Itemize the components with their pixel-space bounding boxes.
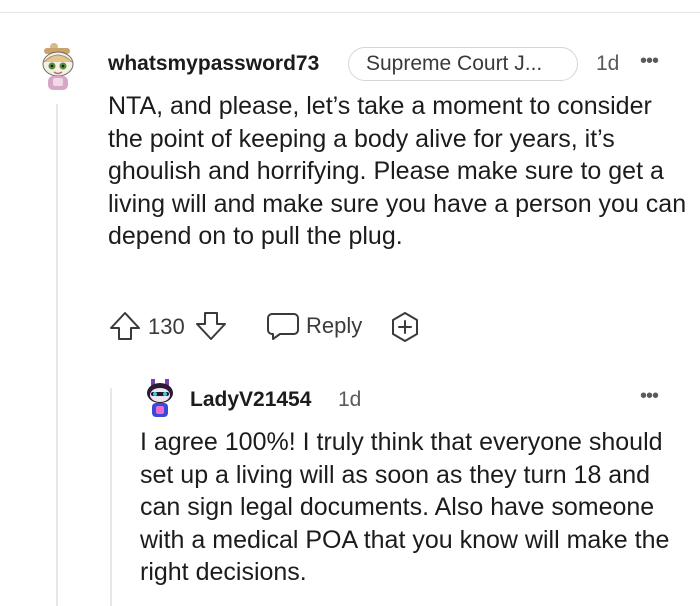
reply-label: Reply xyxy=(306,313,363,338)
more-options-icon[interactable]: ••• xyxy=(640,385,659,408)
comment-author[interactable]: whatsmypassword73 xyxy=(108,52,319,76)
thread-line[interactable] xyxy=(56,104,58,606)
top-divider xyxy=(0,12,700,13)
speech-bubble-icon xyxy=(267,313,299,340)
snoo-avatar-icon[interactable] xyxy=(34,40,82,94)
reply-body: I agree 100%! I truly think that everyon… xyxy=(140,428,670,586)
comment-body: NTA, and please, let’s take a moment to … xyxy=(108,92,687,250)
reply-author[interactable]: LadyV21454 xyxy=(190,388,311,412)
user-flair: Supreme Court J... xyxy=(348,47,578,81)
award-plus-icon[interactable] xyxy=(388,310,422,344)
more-options-icon[interactable]: ••• xyxy=(640,50,659,73)
reply-thread-line[interactable] xyxy=(110,388,112,606)
snoo-avatar-icon[interactable] xyxy=(142,379,178,421)
downvote-arrow-icon[interactable] xyxy=(194,310,228,342)
comment-timestamp[interactable]: 1d xyxy=(596,52,619,76)
vote-score: 130 xyxy=(148,314,185,339)
reply-timestamp[interactable]: 1d xyxy=(338,388,361,412)
upvote-arrow-icon[interactable] xyxy=(108,310,142,342)
